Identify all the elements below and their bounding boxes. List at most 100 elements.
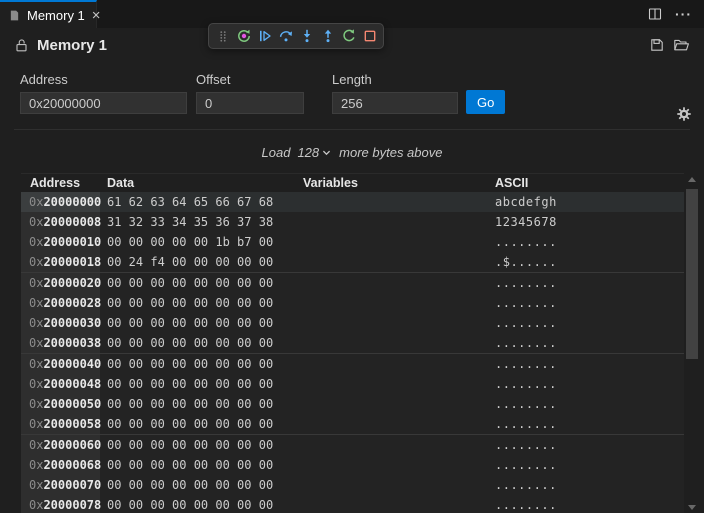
lock-open-icon[interactable] xyxy=(14,38,29,53)
address-cell: 0x20000010 xyxy=(21,232,100,252)
address-prefix: 0x xyxy=(29,498,43,512)
column-header-variables: Variables xyxy=(296,176,488,190)
address-cell: 0x20000078 xyxy=(21,495,100,513)
tab-title: Memory 1 xyxy=(27,8,85,23)
table-row: 0x20000020 00 00 00 00 00 00 00 00 .....… xyxy=(21,273,684,293)
load-suffix-label[interactable]: more bytes above xyxy=(339,145,442,160)
restart-icon[interactable] xyxy=(338,25,359,47)
data-cell[interactable]: 00 00 00 00 00 00 00 00 xyxy=(100,296,296,310)
reset-device-icon[interactable] xyxy=(233,25,254,47)
address-value: 20000020 xyxy=(43,276,101,290)
scrollbar-thumb[interactable] xyxy=(686,189,698,359)
data-cell[interactable]: 00 00 00 00 00 00 00 00 xyxy=(100,438,296,452)
ascii-cell: ........ xyxy=(488,417,684,431)
close-icon[interactable]: × xyxy=(91,8,102,23)
more-actions-icon[interactable]: ··· xyxy=(675,6,692,22)
data-cell[interactable]: 00 00 00 00 00 1b b7 00 xyxy=(100,235,296,249)
address-value: 20000030 xyxy=(43,316,101,330)
settings-gear-icon[interactable] xyxy=(676,106,692,127)
column-header-data: Data xyxy=(100,176,296,190)
data-cell[interactable]: 00 00 00 00 00 00 00 00 xyxy=(100,276,296,290)
address-value: 20000010 xyxy=(43,235,101,249)
data-cell[interactable]: 00 00 00 00 00 00 00 00 xyxy=(100,336,296,350)
offset-input[interactable] xyxy=(196,92,304,114)
chevron-down-icon xyxy=(321,147,332,158)
address-input[interactable] xyxy=(20,92,187,114)
address-prefix: 0x xyxy=(29,417,43,431)
address-value: 20000038 xyxy=(43,336,101,350)
ascii-cell: ........ xyxy=(488,478,684,492)
ascii-cell: ........ xyxy=(488,458,684,472)
address-value: 20000060 xyxy=(43,438,101,452)
offset-label: Offset xyxy=(196,72,304,87)
address-cell: 0x20000038 xyxy=(21,333,100,353)
memory-table: Address Data Variables ASCII 0x20000000 … xyxy=(21,173,684,513)
data-cell[interactable]: 00 24 f4 00 00 00 00 00 xyxy=(100,255,296,269)
split-editor-icon[interactable] xyxy=(647,6,663,22)
address-label: Address xyxy=(20,72,187,87)
ascii-cell: abcdefgh xyxy=(488,195,684,209)
data-cell[interactable]: 00 00 00 00 00 00 00 00 xyxy=(100,478,296,492)
open-folder-icon[interactable] xyxy=(673,37,690,53)
continue-icon[interactable] xyxy=(254,25,275,47)
address-value: 20000070 xyxy=(43,478,101,492)
pane-actions xyxy=(649,37,690,53)
go-button[interactable]: Go xyxy=(466,90,505,114)
stop-icon[interactable] xyxy=(359,25,380,47)
address-cell: 0x20000020 xyxy=(21,273,100,293)
length-input[interactable] xyxy=(332,92,458,114)
data-cell[interactable]: 00 00 00 00 00 00 00 00 xyxy=(100,397,296,411)
address-cell: 0x20000030 xyxy=(21,313,100,333)
address-prefix: 0x xyxy=(29,397,43,411)
table-row: 0x20000008 31 32 33 34 35 36 37 38 12345… xyxy=(21,212,684,232)
data-cell[interactable]: 00 00 00 00 00 00 00 00 xyxy=(100,417,296,431)
length-label: Length xyxy=(332,72,458,87)
data-cell[interactable]: 00 00 00 00 00 00 00 00 xyxy=(100,357,296,371)
table-row: 0x20000038 00 00 00 00 00 00 00 00 .....… xyxy=(21,333,684,354)
step-over-icon[interactable] xyxy=(275,25,296,47)
address-prefix: 0x xyxy=(29,316,43,330)
table-row: 0x20000028 00 00 00 00 00 00 00 00 .....… xyxy=(21,293,684,313)
memory-view-icon xyxy=(8,9,21,22)
address-prefix: 0x xyxy=(29,255,43,269)
address-cell: 0x20000060 xyxy=(21,435,100,455)
step-into-icon[interactable] xyxy=(296,25,317,47)
scroll-down-arrow-icon[interactable] xyxy=(688,505,696,510)
ascii-cell: ........ xyxy=(488,276,684,290)
load-more-bar[interactable]: Load 128 more bytes above xyxy=(0,143,704,162)
memory-address-form: Address Offset Length Go xyxy=(0,62,704,114)
scroll-up-arrow-icon[interactable] xyxy=(688,177,696,182)
editor-actions: ··· xyxy=(647,0,704,28)
data-cell[interactable]: 00 00 00 00 00 00 00 00 xyxy=(100,377,296,391)
load-count-value: 128 xyxy=(297,145,319,160)
table-row: 0x20000078 00 00 00 00 00 00 00 00 .....… xyxy=(21,495,684,513)
ascii-cell: ........ xyxy=(488,235,684,249)
table-scrollbar[interactable] xyxy=(685,174,699,513)
address-value: 20000068 xyxy=(43,458,101,472)
step-out-icon[interactable] xyxy=(317,25,338,47)
load-count-dropdown[interactable]: 128 xyxy=(297,145,332,160)
data-cell[interactable]: 31 32 33 34 35 36 37 38 xyxy=(100,215,296,229)
table-row: 0x20000010 00 00 00 00 00 1b b7 00 .....… xyxy=(21,232,684,252)
table-row: 0x20000070 00 00 00 00 00 00 00 00 .....… xyxy=(21,475,684,495)
ascii-cell: ........ xyxy=(488,377,684,391)
table-row: 0x20000068 00 00 00 00 00 00 00 00 .....… xyxy=(21,455,684,475)
tab-memory-1[interactable]: Memory 1 × xyxy=(0,0,97,28)
data-cell[interactable]: 00 00 00 00 00 00 00 00 xyxy=(100,458,296,472)
address-prefix: 0x xyxy=(29,195,43,209)
address-value: 20000040 xyxy=(43,357,101,371)
table-row: 0x20000060 00 00 00 00 00 00 00 00 .....… xyxy=(21,435,684,455)
address-value: 20000000 xyxy=(43,195,101,209)
load-action-label[interactable]: Load xyxy=(262,145,291,160)
address-value: 20000028 xyxy=(43,296,101,310)
gripper-icon[interactable] xyxy=(212,25,233,47)
data-cell[interactable]: 00 00 00 00 00 00 00 00 xyxy=(100,498,296,512)
save-icon[interactable] xyxy=(649,37,665,53)
data-cell[interactable]: 00 00 00 00 00 00 00 00 xyxy=(100,316,296,330)
ascii-cell: ........ xyxy=(488,316,684,330)
address-value: 20000018 xyxy=(43,255,101,269)
data-cell[interactable]: 61 62 63 64 65 66 67 68 xyxy=(100,195,296,209)
ascii-cell: ........ xyxy=(488,296,684,310)
address-cell: 0x20000068 xyxy=(21,455,100,475)
table-row: 0x20000058 00 00 00 00 00 00 00 00 .....… xyxy=(21,414,684,435)
